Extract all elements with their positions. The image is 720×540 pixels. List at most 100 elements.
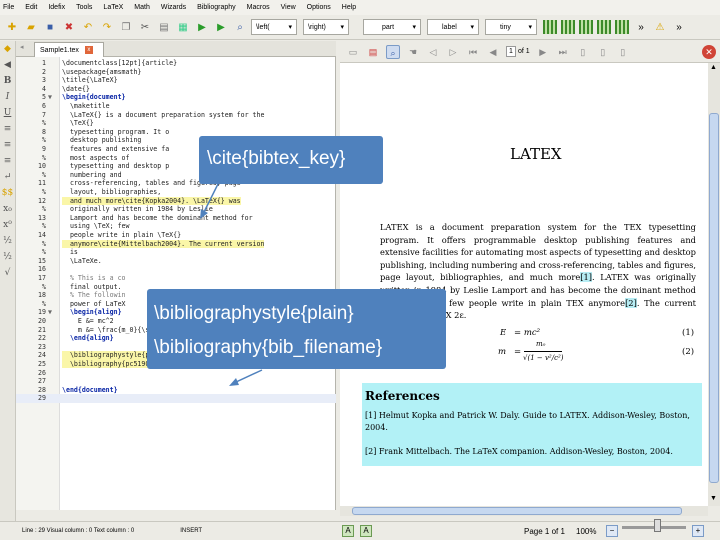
- pdf-scroll-thumb[interactable]: [709, 113, 719, 483]
- code-line[interactable]: 14 people write in plain \TeX{}: [16, 231, 336, 239]
- close-tab-icon[interactable]: x: [84, 46, 93, 54]
- menu-help[interactable]: Help: [342, 4, 356, 11]
- view-icon[interactable]: ⌕: [232, 19, 248, 35]
- code-line[interactable]: 17 % This is a co: [16, 274, 336, 282]
- cut-icon[interactable]: ✂: [137, 19, 153, 35]
- underline-icon[interactable]: U: [0, 105, 15, 121]
- code-line[interactable]: 15 \LaTeXe.: [16, 257, 336, 265]
- menu-file[interactable]: File: [3, 4, 14, 11]
- page-number-input[interactable]: 1: [506, 46, 516, 57]
- pdf-vertical-scrollbar[interactable]: ▲ ▼: [708, 63, 720, 506]
- code-line[interactable]: 3 \title{\LaTeX}: [16, 76, 336, 84]
- code-line[interactable]: 6 \maketitle: [16, 102, 336, 110]
- code-line[interactable]: 13 Lamport and has become the dominant m…: [16, 214, 336, 222]
- open-folder-icon[interactable]: ▰: [23, 19, 39, 35]
- menu-latex[interactable]: LaTeX: [103, 4, 123, 11]
- zoom-slider-handle[interactable]: [654, 519, 661, 532]
- code-line[interactable]: % originally written in 1984 by Leslie: [16, 205, 336, 213]
- first-page-icon[interactable]: ⏮: [466, 45, 480, 59]
- structure-icon[interactable]: ◆: [0, 41, 15, 57]
- menu-bibliography[interactable]: Bibliography: [197, 4, 236, 11]
- menu-options[interactable]: Options: [307, 4, 331, 11]
- code-line[interactable]: 27: [16, 377, 336, 385]
- page-layout-icon[interactable]: ▭: [346, 45, 360, 59]
- menu-macros[interactable]: Macros: [247, 4, 270, 11]
- code-line[interactable]: 12 and much more\cite{Kopka2004}. \LaTeX…: [16, 196, 336, 205]
- subscript-icon[interactable]: x₀: [0, 201, 15, 217]
- menu-wizards[interactable]: Wizards: [161, 4, 186, 11]
- matrix-icon[interactable]: [597, 20, 611, 34]
- more-icon[interactable]: »: [671, 19, 687, 35]
- align-center-icon[interactable]: ≡: [0, 137, 15, 153]
- fold-marker-icon[interactable]: ▼: [48, 308, 52, 316]
- fold-marker-icon[interactable]: ▼: [48, 93, 52, 101]
- tab-sample1[interactable]: Sample1.tex x: [34, 42, 104, 57]
- fit-icon[interactable]: ▯: [616, 45, 630, 59]
- hand-tool-icon[interactable]: ☚: [406, 45, 420, 59]
- menu-view[interactable]: View: [281, 4, 296, 11]
- code-line[interactable]: 1 \documentclass[12pt]{article}: [16, 59, 336, 67]
- magnifier-icon[interactable]: ⌕: [386, 44, 400, 59]
- close-icon[interactable]: ✖: [61, 19, 77, 35]
- new-file-icon[interactable]: ✚: [4, 19, 20, 35]
- back-icon[interactable]: ◀: [0, 57, 15, 73]
- array-icon[interactable]: [579, 20, 593, 34]
- menu-edit[interactable]: Edit: [25, 4, 37, 11]
- copy-icon[interactable]: ❐: [118, 19, 134, 35]
- code-line[interactable]: 8 typesetting program. It o: [16, 128, 336, 136]
- next-page-icon[interactable]: ▶: [536, 45, 550, 59]
- code-line[interactable]: % anymore\cite{Mittelbach2004}. The curr…: [16, 239, 336, 248]
- scroll-up-icon[interactable]: ▲: [710, 64, 717, 71]
- part-select[interactable]: part ▾: [363, 19, 421, 35]
- forward-icon[interactable]: ▷: [446, 45, 460, 59]
- pdf-hscroll-thumb[interactable]: [352, 507, 682, 515]
- compile-icon[interactable]: ▶: [194, 19, 210, 35]
- redo-icon[interactable]: ↷: [99, 19, 115, 35]
- font-larger-icon[interactable]: A: [360, 525, 372, 537]
- right-delimiter-select[interactable]: \right) ▾: [303, 19, 349, 35]
- back-icon[interactable]: ◁: [426, 45, 440, 59]
- undo-icon[interactable]: ↶: [80, 19, 96, 35]
- save-icon[interactable]: ■: [42, 19, 58, 35]
- zoom-in-icon[interactable]: +: [692, 525, 704, 537]
- pdf-horizontal-scrollbar[interactable]: [340, 506, 708, 516]
- superscript-icon[interactable]: x⁰: [0, 217, 15, 233]
- code-line[interactable]: 26: [16, 369, 336, 377]
- tab-arrow-icon[interactable]: ◂: [20, 43, 24, 51]
- code-line[interactable]: 16: [16, 265, 336, 273]
- more-icon[interactable]: »: [633, 19, 649, 35]
- code-line[interactable]: 4 \date{}: [16, 85, 336, 93]
- align-right-icon[interactable]: ≡: [0, 153, 15, 169]
- paste-icon[interactable]: ▤: [156, 19, 172, 35]
- code-line[interactable]: 7 \LaTeX{} is a document preparation sys…: [16, 111, 336, 119]
- pdf-citation-1[interactable]: [1]: [580, 272, 593, 283]
- code-line[interactable]: 29: [16, 394, 336, 403]
- tabbing-icon[interactable]: [615, 20, 629, 34]
- code-editor[interactable]: 1 \documentclass[12pt]{article} 2 \usepacka…: [16, 57, 336, 510]
- warning-icon[interactable]: ⚠: [652, 19, 668, 35]
- math-icon[interactable]: $$: [0, 185, 15, 201]
- code-line[interactable]: % using \TeX; few: [16, 222, 336, 230]
- run-icon[interactable]: ▶: [213, 19, 229, 35]
- menu-idefix[interactable]: Idefix: [48, 4, 65, 11]
- code-line[interactable]: % is: [16, 248, 336, 256]
- table-icon[interactable]: [543, 20, 557, 34]
- continuous-icon[interactable]: ▯: [576, 45, 590, 59]
- label-select[interactable]: label ▾: [427, 19, 479, 35]
- menu-math[interactable]: Math: [134, 4, 150, 11]
- pdf-icon[interactable]: ▤: [366, 45, 380, 59]
- code-line[interactable]: 2 \usepackage{amsmath}: [16, 68, 336, 76]
- previous-page-icon[interactable]: ◀: [486, 45, 500, 59]
- code-line[interactable]: % \TeX{}: [16, 119, 336, 127]
- pdf-citation-2[interactable]: [2]: [625, 297, 637, 308]
- fraction-icon[interactable]: ½: [0, 233, 15, 249]
- font-smaller-icon[interactable]: A: [342, 525, 354, 537]
- scroll-down-icon[interactable]: ▼: [710, 495, 717, 502]
- chart-icon[interactable]: ▦: [175, 19, 191, 35]
- left-delimiter-select[interactable]: \left(▾: [251, 19, 297, 35]
- bold-icon[interactable]: B: [0, 73, 15, 89]
- sqrt-icon[interactable]: √: [0, 265, 15, 281]
- dfrac-icon[interactable]: ½: [0, 249, 15, 265]
- pdf-preview[interactable]: LATEX LATEX is a document preparation sy…: [340, 63, 708, 506]
- tabular-icon[interactable]: [561, 20, 575, 34]
